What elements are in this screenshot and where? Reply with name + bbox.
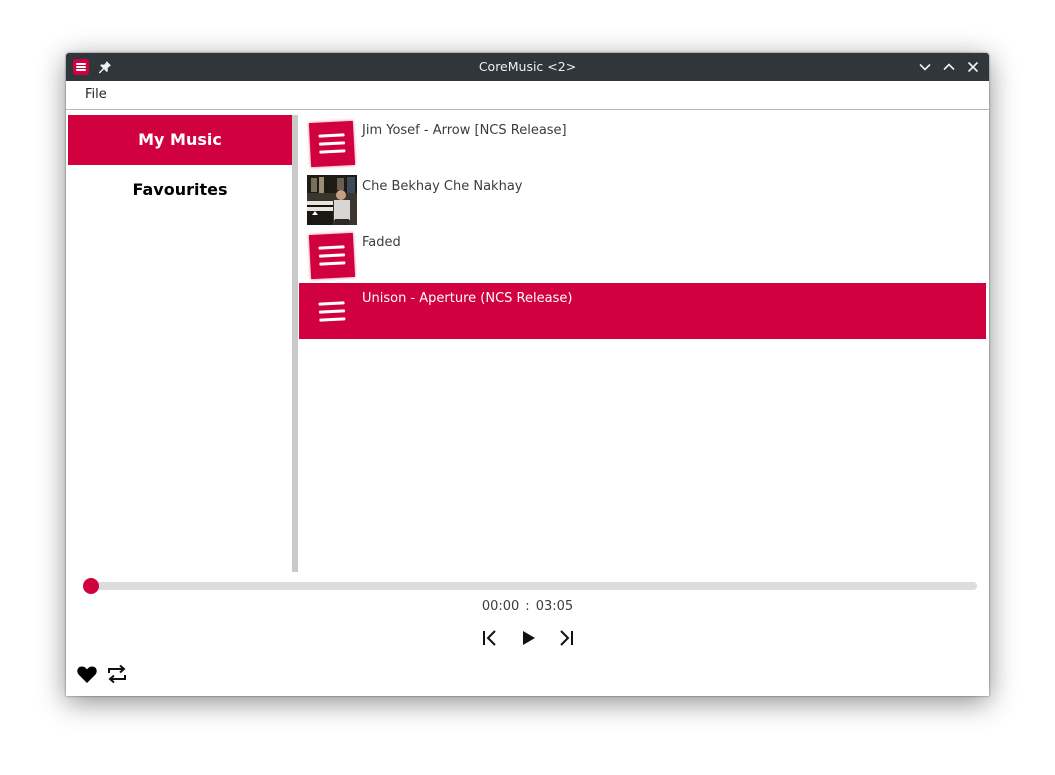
skip-previous-icon[interactable] [480,628,500,648]
coremusic-logo-icon [308,288,356,336]
track-title: Unison - Aperture (NCS Release) [362,291,573,306]
seek-slider[interactable] [83,578,977,594]
sidebar-item-my-music[interactable]: My Music [68,115,292,165]
app-window: CoreMusic <2> File My Music Favourites J… [66,53,989,696]
title-bar[interactable]: CoreMusic <2> [66,53,989,81]
track-thumbnail [307,119,357,169]
skip-next-icon[interactable] [556,628,576,648]
time-separator: : [525,599,530,614]
seek-handle[interactable] [83,578,99,594]
coremusic-logo-icon [308,120,356,168]
track-item[interactable]: Jim Yosef - Arrow [NCS Release] [299,115,986,171]
album-photo [307,175,357,225]
track-thumbnail [307,231,357,281]
close-button[interactable] [964,58,982,76]
sidebar: My Music Favourites [68,115,292,572]
track-thumbnail [307,175,357,225]
minimize-button[interactable] [916,58,934,76]
menu-file[interactable]: File [85,81,107,109]
heart-icon[interactable] [76,663,98,685]
total-duration: 03:05 [535,599,574,614]
track-thumbnail [307,287,357,337]
repeat-icon[interactable] [106,663,128,685]
window-title: CoreMusic <2> [478,59,577,74]
track-title: Che Bekhay Che Nakhay [362,179,523,194]
menu-bar: File [66,81,989,110]
coremusic-logo-icon [308,232,356,280]
track-item-selected[interactable]: Unison - Aperture (NCS Release) [299,283,986,339]
track-title: Jim Yosef - Arrow [NCS Release] [362,123,567,138]
sidebar-item-label: Favourites [132,180,228,199]
track-item[interactable]: Che Bekhay Che Nakhay [299,171,986,227]
track-item[interactable]: Faded [299,227,986,283]
maximize-button[interactable] [940,58,958,76]
current-time: 00:00 [481,599,520,614]
sidebar-item-label: My Music [138,130,222,149]
time-display: 00:00:03:05 [66,599,989,619]
panel-splitter[interactable] [292,115,298,572]
track-title: Faded [362,235,401,250]
sidebar-item-favourites[interactable]: Favourites [68,165,292,215]
track-list: Jim Yosef - Arrow [NCS Release] Che Bekh… [299,115,986,572]
play-icon[interactable] [518,628,538,648]
